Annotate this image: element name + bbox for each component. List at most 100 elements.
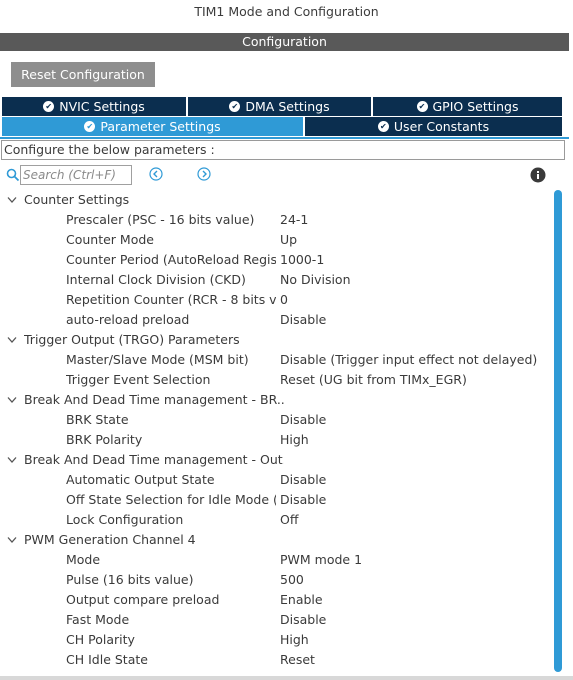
parameter-name: Automatic Output State: [66, 472, 215, 487]
parameter-row[interactable]: Off State Selection for Idle Mode (... Di…: [0, 490, 552, 510]
parameter-name: Counter Period (AutoReload Regis...: [66, 252, 276, 267]
parameter-name: Repetition Counter (RCR - 8 bits v...: [66, 292, 276, 307]
parameter-name: Internal Clock Division (CKD): [66, 272, 246, 287]
parameter-value[interactable]: PWM mode 1: [280, 550, 362, 570]
group-row[interactable]: Break And Dead Time management - Out...: [0, 450, 552, 470]
parameter-row[interactable]: Fast Mode Disable: [0, 610, 552, 630]
parameter-row[interactable]: Master/Slave Mode (MSM bit) Disable (Trig…: [0, 350, 552, 370]
chevron-down-icon[interactable]: [7, 456, 17, 464]
group-name: Break And Dead Time management - BR...: [24, 392, 284, 407]
parameter-value[interactable]: No Division: [280, 270, 351, 290]
group-name: Trigger Output (TRGO) Parameters: [24, 332, 240, 347]
parameter-row[interactable]: Prescaler (PSC - 16 bits value) 24-1: [0, 210, 552, 230]
chevron-down-icon[interactable]: [7, 536, 17, 544]
parameter-row[interactable]: Output compare preload Enable: [0, 590, 552, 610]
configuration-header: Configuration: [0, 33, 569, 51]
tab-label: NVIC Settings: [59, 99, 145, 114]
parameter-row[interactable]: CH Polarity High: [0, 630, 552, 650]
parameter-value[interactable]: Reset: [280, 650, 315, 670]
parameter-row[interactable]: Lock Configuration Off: [0, 510, 552, 530]
chevron-right-circle-icon[interactable]: [197, 167, 211, 181]
parameter-row[interactable]: Pulse (16 bits value) 500: [0, 570, 552, 590]
group-row[interactable]: Break And Dead Time management - BR...: [0, 390, 552, 410]
parameter-name: Counter Mode: [66, 232, 154, 247]
parameter-name: Mode: [66, 552, 101, 567]
tab-user-constants[interactable]: ✔ User Constants: [305, 117, 562, 136]
parameter-row[interactable]: Counter Mode Up: [0, 230, 552, 250]
check-circle-icon: ✔: [416, 101, 428, 112]
parameter-name: Off State Selection for Idle Mode (...: [66, 492, 276, 507]
parameter-value[interactable]: Disable: [280, 310, 326, 330]
tab-parameter-settings[interactable]: ✔ Parameter Settings: [2, 117, 303, 136]
parameter-name: Lock Configuration: [66, 512, 184, 527]
parameter-value[interactable]: 500: [280, 570, 304, 590]
parameter-value[interactable]: High: [280, 430, 309, 450]
group-name: PWM Generation Channel 4: [24, 532, 196, 547]
parameter-value[interactable]: Up: [280, 230, 297, 250]
parameter-value[interactable]: High: [280, 630, 309, 650]
check-circle-icon: ✔: [229, 101, 241, 112]
tab-label: GPIO Settings: [432, 99, 519, 114]
bottom-divider: [0, 676, 573, 680]
group-row[interactable]: Trigger Output (TRGO) Parameters: [0, 330, 552, 350]
parameter-name: Trigger Event Selection: [66, 372, 211, 387]
chevron-left-circle-icon[interactable]: [149, 167, 163, 181]
group-name: Break And Dead Time management - Out...: [24, 452, 284, 467]
parameter-value[interactable]: Off: [280, 510, 298, 530]
parameter-row[interactable]: CH Idle State Reset: [0, 650, 552, 670]
parameter-value[interactable]: Disable: [280, 610, 326, 630]
parameter-tree: Counter Settings Prescaler (PSC - 16 bits…: [0, 190, 552, 670]
parameter-name: CH Idle State: [66, 652, 148, 667]
parameter-name: Fast Mode: [66, 612, 130, 627]
parameter-name: auto-reload preload: [66, 312, 190, 327]
parameter-name: Prescaler (PSC - 16 bits value): [66, 212, 255, 227]
configure-hint: Configure the below parameters :: [1, 140, 565, 160]
parameter-name: Output compare preload: [66, 592, 220, 607]
parameter-row[interactable]: Repetition Counter (RCR - 8 bits v... 0: [0, 290, 552, 310]
check-circle-icon: ✔: [377, 121, 389, 132]
parameter-name: BRK Polarity: [66, 432, 143, 447]
parameter-value[interactable]: Reset (UG bit from TIMx_EGR): [280, 370, 467, 390]
parameter-value[interactable]: Disable (Trigger input effect not delaye…: [280, 350, 537, 370]
check-circle-icon: ✔: [43, 101, 55, 112]
scrollbar-thumb[interactable]: [554, 190, 562, 672]
parameter-name: BRK State: [66, 412, 129, 427]
parameter-row[interactable]: BRK Polarity High: [0, 430, 552, 450]
chevron-down-icon[interactable]: [7, 336, 17, 344]
parameter-row[interactable]: Internal Clock Division (CKD) No Division: [0, 270, 552, 290]
parameter-row[interactable]: Mode PWM mode 1: [0, 550, 552, 570]
chevron-down-icon[interactable]: [7, 396, 17, 404]
parameter-name: Master/Slave Mode (MSM bit): [66, 352, 249, 367]
group-row[interactable]: PWM Generation Channel 4: [0, 530, 552, 550]
tab-dma-settings[interactable]: ✔ DMA Settings: [188, 97, 371, 116]
tab-label: User Constants: [393, 119, 490, 134]
group-row[interactable]: Counter Settings: [0, 190, 552, 210]
group-name: Counter Settings: [24, 192, 130, 207]
parameter-value[interactable]: 1000-1: [280, 250, 324, 270]
parameter-value[interactable]: Enable: [280, 590, 323, 610]
parameter-value[interactable]: Disable: [280, 410, 326, 430]
parameter-value[interactable]: 0: [280, 290, 288, 310]
parameter-row[interactable]: Trigger Event Selection Reset (UG bit fro…: [0, 370, 552, 390]
tab-gpio-settings[interactable]: ✔ GPIO Settings: [373, 97, 562, 116]
chevron-down-icon[interactable]: [7, 196, 17, 204]
info-icon[interactable]: [530, 167, 546, 183]
parameter-row[interactable]: BRK State Disable: [0, 410, 552, 430]
parameter-row[interactable]: auto-reload preload Disable: [0, 310, 552, 330]
parameter-row[interactable]: Automatic Output State Disable: [0, 470, 552, 490]
tab-label: DMA Settings: [245, 99, 330, 114]
search-input[interactable]: [20, 165, 132, 185]
tab-underline: [0, 137, 569, 139]
tab-label: Parameter Settings: [100, 119, 221, 134]
parameter-value[interactable]: 24-1: [280, 210, 308, 230]
parameter-name: Pulse (16 bits value): [66, 572, 194, 587]
tab-nvic-settings[interactable]: ✔ NVIC Settings: [2, 97, 186, 116]
check-circle-icon: ✔: [84, 121, 96, 132]
search-icon: [6, 168, 20, 182]
reset-configuration-button[interactable]: Reset Configuration: [11, 62, 155, 87]
parameter-value[interactable]: Disable: [280, 470, 326, 490]
parameter-row[interactable]: Counter Period (AutoReload Regis... 1000-…: [0, 250, 552, 270]
window-title: TIM1 Mode and Configuration: [0, 0, 573, 26]
parameter-name: CH Polarity: [66, 632, 135, 647]
parameter-value[interactable]: Disable: [280, 490, 326, 510]
